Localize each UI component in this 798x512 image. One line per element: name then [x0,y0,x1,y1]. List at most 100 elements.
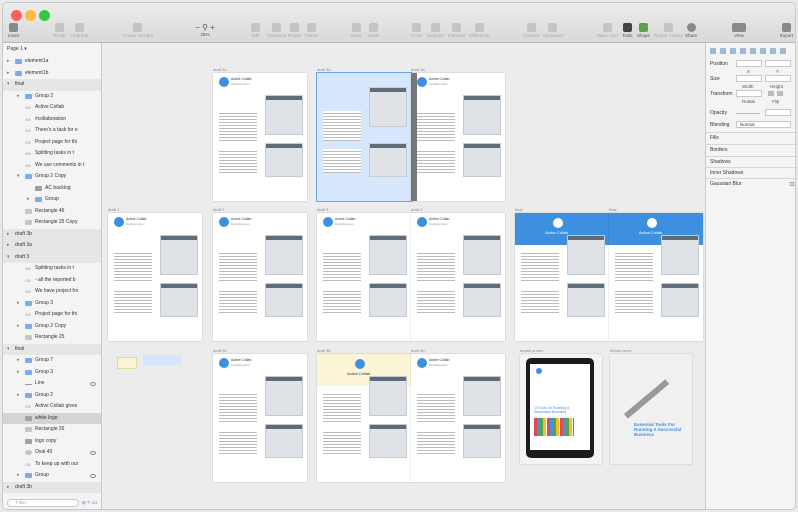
align-middle-icon[interactable] [750,48,756,54]
disclosure-closed-icon[interactable]: ▸ [7,229,10,241]
layer-item[interactable]: Rectangle 26 [3,424,101,436]
disclosure-open-icon[interactable]: ▾ [7,344,10,356]
borders-section[interactable]: Borders [706,144,795,155]
layer-item[interactable]: Aa Active Collab gives [3,401,101,413]
layer-artboard[interactable]: ▾ final [3,79,101,91]
disclosure-open-icon[interactable]: ▾ [7,79,10,91]
disclosure-closed-icon[interactable]: ▸ [17,355,20,367]
layer-item[interactable]: AC backlog [3,183,101,195]
artboard-label[interactable]: ebook promo [520,348,543,353]
scale-button[interactable]: Scale [368,23,379,38]
rotate-button[interactable]: Rotate [288,23,301,38]
disclosure-closed-icon[interactable]: ▸ [17,470,20,482]
artboard[interactable]: Active Collab [515,213,609,341]
layer-item[interactable]: ▸ Group 2 [3,91,101,103]
artboard[interactable]: Active Collab #collaboration [317,213,411,341]
disclosure-open-icon[interactable]: ▾ [7,252,10,264]
share-button[interactable]: Share [685,23,697,38]
flip-vertical-icon[interactable] [777,91,783,96]
align-top-icon[interactable] [740,48,746,54]
layer-item[interactable]: ▸ element1a [3,56,101,68]
ungroup-button[interactable]: Ungroup [71,23,88,38]
artboard-label[interactable]: draft 2b [213,348,227,353]
layer-artboard[interactable]: ▾ final [3,343,101,356]
artboard-label[interactable]: final [609,207,616,212]
fills-section[interactable]: Fills [706,132,795,143]
disclosure-open-icon[interactable]: ▾ [17,171,20,183]
export-button[interactable]: Export [780,23,793,38]
disclosure-closed-icon[interactable]: ▸ [17,367,20,379]
artboard-label[interactable]: draft 3b [317,348,331,353]
filter-input[interactable]: Filter [7,499,79,507]
layer-artboard[interactable]: ▾ draft 3 [3,251,101,264]
layer-artboard[interactable]: ▸ draft 3a [3,240,101,252]
artboard[interactable] [317,73,411,201]
union-button[interactable]: Union [411,23,423,38]
layer-item[interactable]: logo copy [3,436,101,448]
layer-item[interactable]: Rectangle 25 Copy [3,217,101,229]
layer-artboard[interactable]: ▸ draft 3b [3,481,101,493]
layer-item[interactable]: Oval 40 [3,447,101,459]
group-button[interactable]: Group [53,23,66,38]
layer-item[interactable]: ▸ Group [3,194,101,206]
disclosure-closed-icon[interactable]: ▸ [27,194,30,206]
page-selector[interactable]: Page 1 ▾ [7,46,27,52]
artboard[interactable]: Active Collab [609,213,703,341]
layer-item[interactable]: Aa #collaboration [3,114,101,126]
layer-item[interactable]: Line [3,378,101,390]
layer-item[interactable]: Aa To keep up with our [3,459,101,471]
difference-button[interactable]: Difference [469,23,489,38]
artboard[interactable]: Active Collab #collaboration [411,213,505,341]
align-right-icon[interactable] [730,48,736,54]
opacity-field[interactable] [765,109,791,116]
layer-item[interactable]: Aa There's a task for e [3,125,101,137]
create-symbol-button[interactable]: Create Symbol [123,23,153,38]
align-bottom-icon[interactable] [760,48,766,54]
align-center-icon[interactable] [720,48,726,54]
artboard[interactable]: Active Collab #collaboration [411,73,505,201]
visibility-eye-icon[interactable] [90,382,96,386]
layer-item[interactable]: ▸ Group 3 [3,367,101,379]
disclosure-closed-icon[interactable]: ▸ [7,240,10,252]
visibility-eye-icon[interactable] [90,451,96,455]
artboard-label[interactable]: final [515,207,522,212]
layer-item[interactable]: Aa Project page for thi [3,137,101,149]
shape-button[interactable]: Shape [637,23,650,38]
artboard-label[interactable]: draft 3a [411,67,425,72]
layer-item[interactable]: Aa Project page for thi [3,309,101,321]
artboard[interactable]: Active Collab #collaboration [411,354,505,482]
stray-element[interactable] [117,357,137,369]
view-button[interactable]: View [732,23,746,38]
artboard-label[interactable]: draft 2 [213,207,224,212]
artboard[interactable]: Active Collab #collaboration [213,213,307,341]
zoom-control[interactable]: − ⚲ +25% [191,23,219,37]
artboard[interactable]: Active Collab #collaboration [108,213,202,341]
mask-button[interactable]: Mask [351,23,362,38]
layer-item[interactable]: ▸ Group 7 [3,355,101,367]
artboard[interactable]: 10 Tools for Running a Successful Busine… [520,354,602,464]
distribute-vertical-icon[interactable] [780,48,786,54]
gaussian-blur-checkbox[interactable] [790,182,794,186]
disclosure-closed-icon[interactable]: ▸ [17,298,20,310]
gaussian-blur-section[interactable]: Gaussian Blur [706,178,795,189]
disclosure-closed-icon[interactable]: ▸ [17,321,20,333]
layer-item[interactable]: Aa Active Collab [3,102,101,114]
filter-tools[interactable]: ⊞ ✎ 14 [82,500,97,506]
layer-item[interactable]: Aa We use comments in t [3,160,101,172]
transform-button[interactable]: Transform [266,23,286,38]
backward-button[interactable]: Backward [543,23,563,38]
layer-item[interactable]: Aa We have project for [3,286,101,298]
shadows-section[interactable]: Shadows [706,156,795,167]
artboard[interactable]: Active Collab [317,354,411,482]
layer-item[interactable]: white logo [3,412,101,424]
opacity-slider[interactable] [736,113,760,114]
disclosure-closed-icon[interactable]: ▸ [17,91,20,103]
disclosure-closed-icon[interactable]: ▸ [7,68,10,80]
rotate-copies-button[interactable]: Rotate Copies [654,23,683,38]
subtract-button[interactable]: Subtract [427,23,444,38]
y-field[interactable] [765,60,791,67]
artboard-label[interactable]: draft 3a [317,67,331,72]
align-left-icon[interactable] [710,48,716,54]
x-field[interactable] [736,60,762,67]
layer-item[interactable]: ▸ Group 2 [3,390,101,402]
